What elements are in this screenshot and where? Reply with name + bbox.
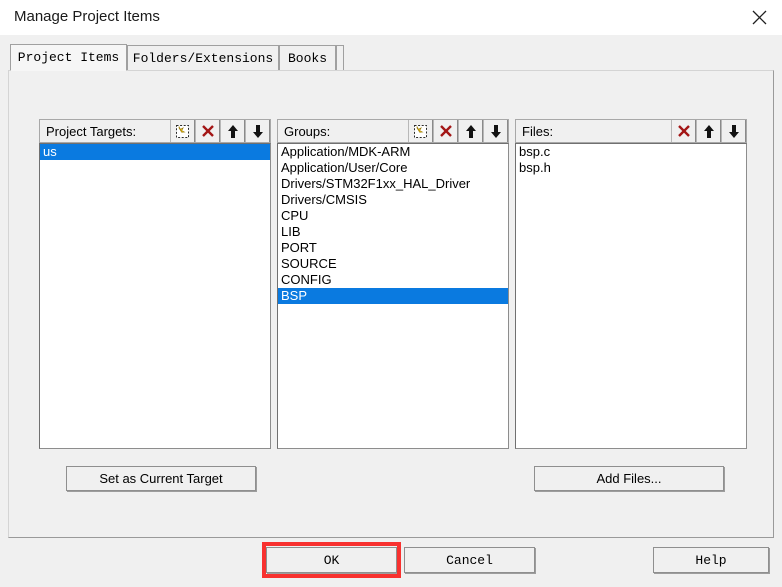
page-title: Manage Project Items bbox=[14, 8, 160, 25]
project-targets-listbox[interactable]: us bbox=[39, 143, 271, 449]
tab-project-items[interactable]: Project Items bbox=[10, 44, 127, 71]
tab-label: Project Items bbox=[17, 50, 120, 65]
list-item[interactable]: bsp.h bbox=[516, 160, 746, 176]
close-icon bbox=[752, 10, 767, 25]
project-targets-label: Project Targets: bbox=[46, 123, 137, 139]
files-panel: Files: bsp.c bsp.h bbox=[515, 119, 747, 449]
move-down-icon bbox=[251, 124, 265, 139]
list-item[interactable]: BSP bbox=[278, 288, 508, 304]
files-toolbar bbox=[671, 120, 746, 142]
groups-label: Groups: bbox=[284, 123, 331, 139]
new-item-icon bbox=[412, 123, 429, 139]
list-item[interactable]: CPU bbox=[278, 208, 508, 224]
list-item[interactable]: Drivers/STM32F1xx_HAL_Driver bbox=[278, 176, 508, 192]
move-down-button[interactable] bbox=[245, 120, 270, 142]
delete-icon bbox=[200, 123, 216, 139]
list-item[interactable]: us bbox=[40, 144, 270, 160]
close-button[interactable] bbox=[736, 0, 782, 35]
tab-label: Books bbox=[287, 50, 327, 66]
add-files-button[interactable]: Add Files... bbox=[534, 466, 724, 491]
window-titlebar: Manage Project Items bbox=[0, 0, 782, 36]
move-up-icon bbox=[702, 124, 716, 139]
move-down-icon bbox=[489, 124, 503, 139]
tab-strip: Project Items Folders/Extensions Books bbox=[0, 35, 782, 71]
new-item-button[interactable] bbox=[408, 120, 433, 142]
delete-button[interactable] bbox=[195, 120, 220, 142]
new-item-button[interactable] bbox=[170, 120, 195, 142]
project-targets-header: Project Targets: bbox=[39, 119, 271, 143]
files-listbox[interactable]: bsp.c bsp.h bbox=[515, 143, 747, 449]
delete-icon bbox=[676, 123, 692, 139]
tab-strip-filler bbox=[336, 45, 344, 70]
list-item[interactable]: Application/User/Core bbox=[278, 160, 508, 176]
new-item-icon bbox=[174, 123, 191, 139]
delete-button[interactable] bbox=[671, 120, 696, 142]
list-item[interactable]: SOURCE bbox=[278, 256, 508, 272]
help-button[interactable]: Help bbox=[653, 547, 769, 573]
list-item[interactable]: bsp.c bbox=[516, 144, 746, 160]
move-up-button[interactable] bbox=[220, 120, 245, 142]
move-up-icon bbox=[464, 124, 478, 139]
tab-folders-extensions[interactable]: Folders/Extensions bbox=[127, 45, 279, 70]
cancel-button[interactable]: Cancel bbox=[404, 547, 535, 573]
project-targets-toolbar bbox=[170, 120, 270, 142]
move-up-button[interactable] bbox=[458, 120, 483, 142]
move-down-button[interactable] bbox=[483, 120, 508, 142]
project-targets-panel: Project Targets: us bbox=[39, 119, 271, 449]
groups-listbox[interactable]: Application/MDK-ARM Application/User/Cor… bbox=[277, 143, 509, 449]
dialog-content-panel: Project Targets: us Groups: Application/… bbox=[8, 70, 774, 538]
move-up-icon bbox=[226, 124, 240, 139]
tab-books[interactable]: Books bbox=[279, 45, 336, 70]
groups-panel: Groups: Application/MDK-ARM Application/… bbox=[277, 119, 509, 449]
move-up-button[interactable] bbox=[696, 120, 721, 142]
list-item[interactable]: PORT bbox=[278, 240, 508, 256]
move-down-button[interactable] bbox=[721, 120, 746, 142]
delete-icon bbox=[438, 123, 454, 139]
list-item[interactable]: Application/MDK-ARM bbox=[278, 144, 508, 160]
groups-toolbar bbox=[408, 120, 508, 142]
move-down-icon bbox=[727, 124, 741, 139]
files-header: Files: bbox=[515, 119, 747, 143]
files-label: Files: bbox=[522, 123, 554, 139]
list-item[interactable]: CONFIG bbox=[278, 272, 508, 288]
delete-button[interactable] bbox=[433, 120, 458, 142]
list-item[interactable]: Drivers/CMSIS bbox=[278, 192, 508, 208]
list-item[interactable]: LIB bbox=[278, 224, 508, 240]
groups-header: Groups: bbox=[277, 119, 509, 143]
set-as-current-target-button[interactable]: Set as Current Target bbox=[66, 466, 256, 491]
tab-label: Folders/Extensions bbox=[132, 50, 274, 66]
ok-button[interactable]: OK bbox=[266, 547, 397, 573]
